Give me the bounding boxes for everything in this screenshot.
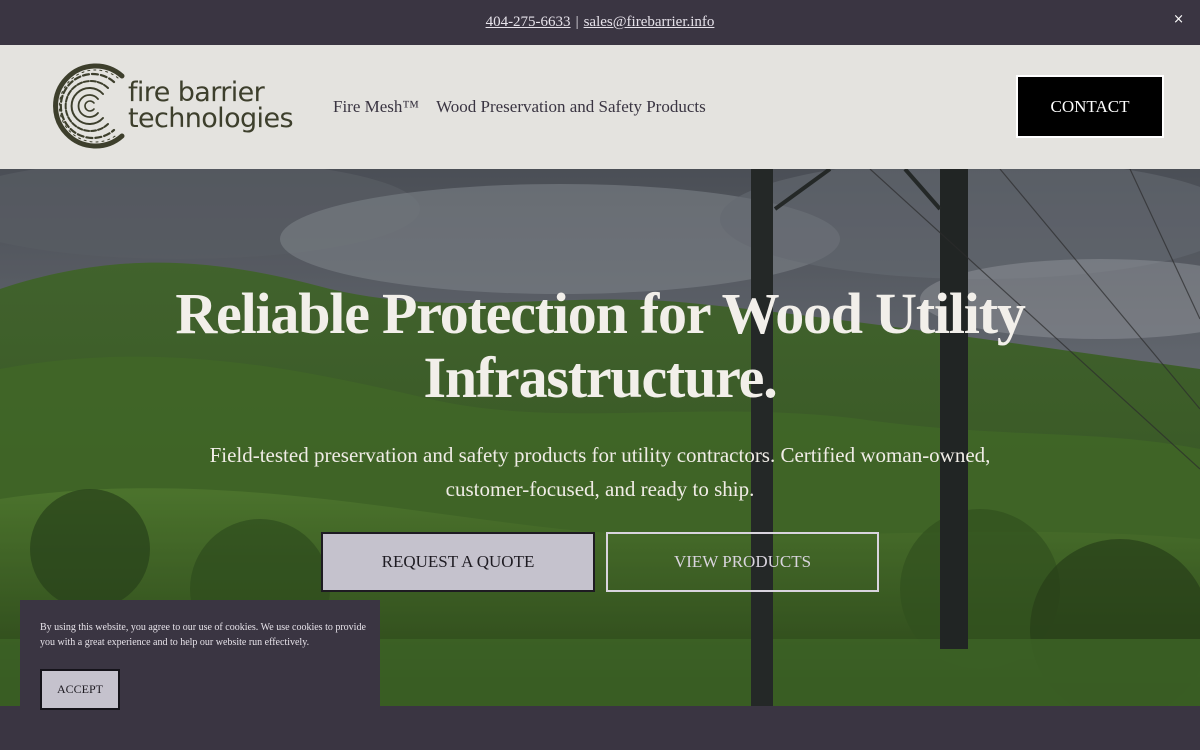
hero-subtitle-line-1: Field-tested preservation and safety pro…: [209, 443, 991, 467]
hero-title: Reliable Protection for Wood Utility Inf…: [0, 282, 1200, 410]
phone-link[interactable]: 404-275-6633: [486, 14, 571, 31]
main-nav: Fire Mesh™ Wood Preservation and Safety …: [333, 97, 706, 117]
hero-title-line-1: Reliable Protection for Wood Utility: [175, 281, 1025, 346]
request-quote-button[interactable]: REQUEST A QUOTE: [321, 532, 595, 592]
nav-item-wood-preservation[interactable]: Wood Preservation and Safety Products: [436, 97, 706, 117]
email-link[interactable]: sales@firebarrier.info: [584, 14, 715, 31]
topbar-separator: |: [575, 14, 579, 30]
site-logo[interactable]: fire barrier technologies: [48, 60, 294, 152]
site-header: fire barrier technologies Fire Mesh™ Woo…: [0, 45, 1200, 169]
cookie-banner: By using this website, you agree to our …: [20, 600, 380, 730]
close-icon[interactable]: ×: [1173, 12, 1184, 27]
cookie-message: By using this website, you agree to our …: [40, 622, 366, 648]
nav-item-fire-mesh[interactable]: Fire Mesh™: [333, 97, 419, 117]
logo-line-2: technologies: [128, 103, 294, 134]
logo-wordmark: fire barrier technologies: [128, 79, 294, 134]
hero-subtitle-line-2: customer-focused, and ready to ship.: [445, 477, 755, 501]
cookie-accept-button[interactable]: ACCEPT: [40, 669, 120, 710]
hero-subtitle: Field-tested preservation and safety pro…: [190, 438, 1010, 506]
tree-rings-logo-icon: [53, 63, 125, 149]
announcement-bar: 404-275-6633 | sales@firebarrier.info ×: [0, 0, 1200, 45]
view-products-button[interactable]: VIEW PRODUCTS: [606, 532, 879, 592]
contact-button[interactable]: CONTACT: [1016, 75, 1164, 138]
hero-title-line-2: Infrastructure.: [423, 345, 777, 410]
